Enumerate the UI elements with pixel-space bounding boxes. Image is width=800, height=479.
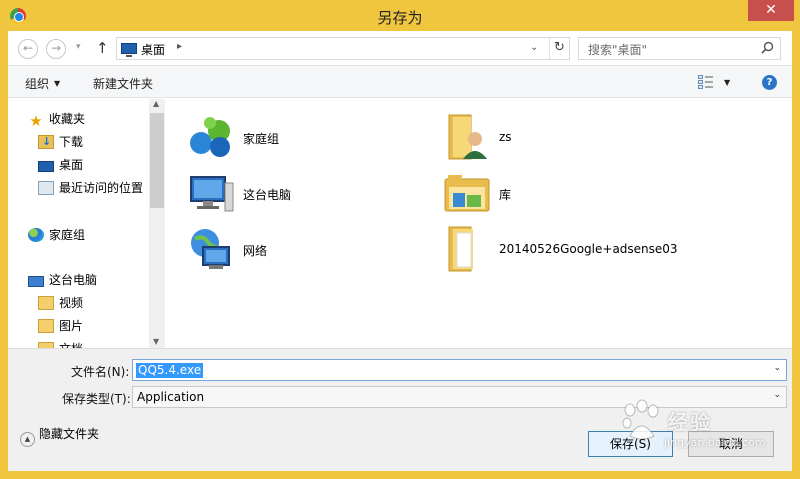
sidebar-item-videos[interactable]: 视频 (38, 293, 83, 313)
organize-label: 组织 (25, 77, 50, 91)
filename-value[interactable]: QQ5.4.exe (136, 363, 204, 378)
sidebar-item-desktop[interactable]: 桌面 (38, 155, 83, 175)
filename-dropdown-icon[interactable]: ⌄ (773, 363, 781, 373)
refresh-button[interactable]: ↻ (549, 38, 569, 59)
filetype-label: 保存类型(T): (62, 392, 131, 406)
filetype-dropdown-icon[interactable]: ⌄ (773, 390, 781, 400)
navigation-pane: ★ 收藏夹 下载 桌面 最近访问的位置 家庭组 这台电脑 视频 图片 (8, 99, 165, 348)
search-input[interactable]: 搜索"桌面" (578, 37, 781, 60)
scroll-up-icon[interactable]: ▲ (153, 99, 159, 108)
filetype-value: Application (137, 390, 205, 404)
sidebar-item-favorites[interactable]: ★ 收藏夹 (28, 109, 85, 129)
search-placeholder: 搜索"桌面" (588, 43, 648, 57)
hide-folders-label: 隐藏文件夹 (39, 427, 100, 441)
new-folder-button[interactable]: 新建文件夹 (93, 75, 153, 92)
file-item-libraries[interactable]: 库 (443, 169, 643, 221)
file-list: 家庭组 zs 这台电脑 库 网络 20140526Google+adsense0… (165, 99, 792, 348)
dialog-body: ← → ▾ ↑ 桌面 ▸ ⌄ ↻ 搜索"桌面" 组织 ▼ 新建文件夹 ▼ ? ★… (8, 31, 792, 471)
sidebar-item-label: 视频 (59, 296, 84, 310)
hide-folders-button[interactable]: ▲ 隐藏文件夹 (20, 425, 99, 447)
back-button[interactable]: ← (18, 39, 38, 59)
file-label: 库 (499, 188, 512, 202)
network-icon (191, 229, 230, 269)
breadcrumb-chevron-icon[interactable]: ▸ (177, 41, 182, 52)
sidebar-item-label: 家庭组 (49, 228, 86, 242)
file-label: zs (499, 130, 512, 144)
window-title: 另存为 (377, 9, 423, 27)
homegroup-icon (190, 117, 230, 157)
computer-icon (28, 276, 44, 287)
file-item-zs[interactable]: zs (443, 113, 643, 165)
view-options-icon[interactable] (698, 75, 714, 89)
folder-icon (448, 226, 473, 272)
file-item-this-pc[interactable]: 这台电脑 (187, 169, 407, 221)
sidebar-item-label: 下载 (59, 135, 84, 149)
sidebar-item-homegroup[interactable]: 家庭组 (28, 225, 85, 245)
forward-button[interactable]: → (46, 39, 66, 59)
sidebar-item-label: 这台电脑 (49, 273, 98, 287)
sidebar-item-label: 收藏夹 (49, 112, 86, 126)
command-bar: 组织 ▼ 新建文件夹 ▼ ? (8, 66, 792, 98)
save-button[interactable]: 保存(S) (588, 431, 673, 457)
filetype-select[interactable]: Application ⌄ (132, 386, 787, 408)
user-folder-icon (448, 114, 487, 160)
navigation-scrollbar[interactable]: ▲ ▼ (149, 99, 165, 348)
file-label: 家庭组 (243, 132, 280, 146)
address-location[interactable]: 桌面 (141, 41, 165, 58)
save-form: 文件名(N): QQ5.4.exe ⌄ 保存类型(T): Application… (8, 348, 792, 471)
file-label: 网络 (243, 244, 268, 258)
computer-icon (190, 176, 234, 212)
file-item-homegroup[interactable]: 家庭组 (187, 113, 407, 165)
collapse-caret-icon: ▲ (20, 432, 35, 447)
view-options-caret[interactable]: ▼ (724, 78, 730, 87)
recent-locations-button[interactable]: ▾ (76, 42, 81, 52)
sidebar-item-this-pc[interactable]: 这台电脑 (28, 270, 97, 290)
sidebar-item-label: 最近访问的位置 (59, 181, 144, 195)
cancel-button[interactable]: 取消 (688, 431, 774, 457)
libraries-icon (444, 175, 490, 212)
filename-label: 文件名(N): (71, 365, 130, 379)
organize-menu[interactable]: 组织 ▼ (25, 75, 60, 92)
pictures-folder-icon (38, 319, 54, 333)
title-bar[interactable]: 另存为 ✕ (0, 0, 800, 31)
scroll-thumb[interactable] (150, 113, 164, 208)
address-history-dropdown[interactable]: ⌄ (530, 42, 538, 53)
desktop-icon (38, 161, 54, 172)
filename-field[interactable]: QQ5.4.exe ⌄ (132, 359, 787, 381)
save-as-dialog: 另存为 ✕ ← → ▾ ↑ 桌面 ▸ ⌄ ↻ 搜索"桌面" 组织 ▼ 新建文件夹… (0, 0, 800, 479)
file-item-folder[interactable]: 20140526Google+adsense03 (443, 225, 743, 277)
organize-caret-icon: ▼ (54, 79, 61, 88)
homegroup-icon (28, 228, 44, 242)
sidebar-item-label: 图片 (59, 319, 84, 333)
sidebar-item-pictures[interactable]: 图片 (38, 316, 83, 336)
address-bar[interactable]: 桌面 ▸ ⌄ ↻ (116, 37, 570, 60)
desktop-icon (121, 43, 137, 57)
help-icon[interactable]: ? (762, 75, 777, 90)
sidebar-item-documents[interactable]: 文档 (38, 339, 83, 348)
sidebar-item-recent-places[interactable]: 最近访问的位置 (38, 178, 143, 198)
file-label: 这台电脑 (243, 188, 292, 202)
star-icon: ★ (29, 112, 43, 130)
search-icon[interactable] (761, 41, 774, 54)
close-button[interactable]: ✕ (748, 0, 794, 21)
sidebar-item-label: 桌面 (59, 158, 84, 172)
file-item-network[interactable]: 网络 (187, 225, 407, 277)
videos-folder-icon (38, 296, 54, 310)
up-button[interactable]: ↑ (96, 39, 109, 57)
recent-places-icon (38, 181, 54, 195)
navigation-bar: ← → ▾ ↑ 桌面 ▸ ⌄ ↻ 搜索"桌面" (8, 31, 792, 66)
scroll-down-icon[interactable]: ▼ (153, 337, 159, 346)
downloads-folder-icon (38, 132, 54, 152)
file-label: 20140526Google+adsense03 (499, 242, 678, 256)
sidebar-item-downloads[interactable]: 下载 (38, 132, 83, 152)
